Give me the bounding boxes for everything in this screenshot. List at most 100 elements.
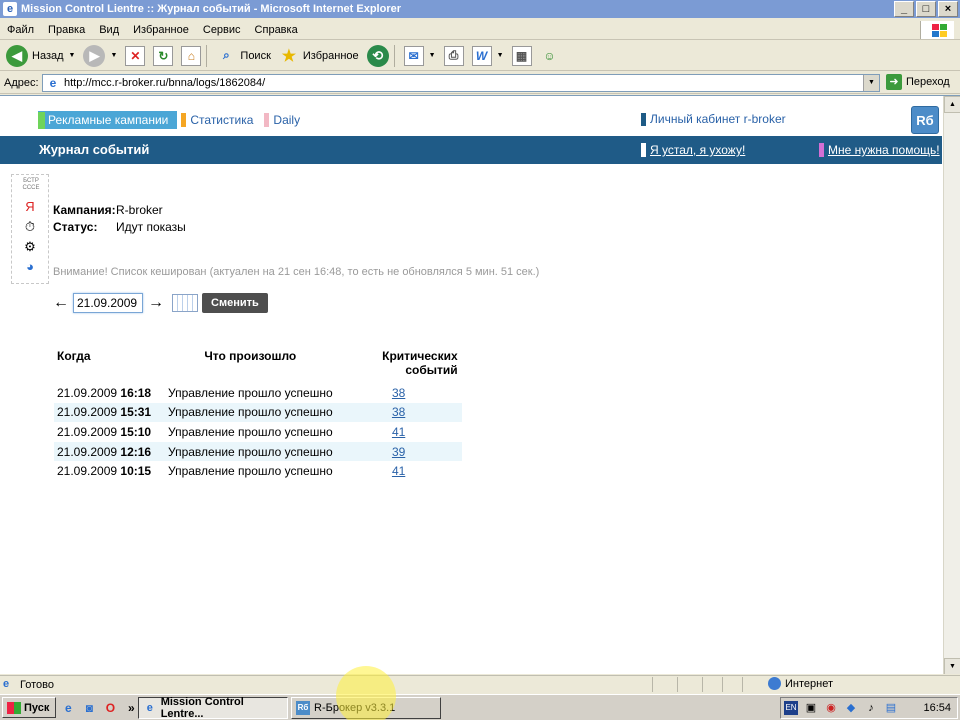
r-broker-logo[interactable]: Rб bbox=[911, 106, 939, 134]
critical-count-link[interactable]: 41 bbox=[392, 425, 405, 439]
forward-button[interactable]: ▶ ▼ bbox=[81, 43, 119, 69]
status-cell bbox=[652, 677, 677, 692]
nav-daily[interactable]: Daily bbox=[264, 111, 300, 129]
event-when: 21.09.2009 15:31 bbox=[54, 402, 165, 423]
menu-view[interactable]: Вид bbox=[92, 24, 126, 36]
volume-icon[interactable]: ♪ bbox=[864, 701, 878, 715]
event-time: 12:16 bbox=[120, 444, 152, 459]
address-input[interactable]: e http://mcc.r-broker.ru/bnna/logs/18620… bbox=[42, 74, 880, 92]
system-tray: EN ▣ ◉ ◆ ♪ ▤ 16:54 bbox=[780, 697, 958, 719]
window-title-bar[interactable]: e Mission Control Lientre :: Журнал собы… bbox=[0, 0, 960, 18]
help-link[interactable]: Мне нужна помощь! bbox=[819, 143, 940, 157]
desktop-quicklaunch-icon[interactable]: ◙ bbox=[80, 699, 98, 717]
mail-button[interactable]: ✉ ▼ bbox=[402, 43, 438, 69]
menu-file[interactable]: Файл bbox=[0, 24, 41, 36]
campaign-icon-column: БСТР СССЕ Я ⏱ ⚙ ◕ bbox=[11, 174, 49, 284]
event-date: 21.09.2009 bbox=[57, 424, 118, 439]
critical-count-link[interactable]: 38 bbox=[392, 405, 405, 419]
menu-edit[interactable]: Правка bbox=[41, 24, 92, 36]
favorites-button[interactable]: ★ Избранное bbox=[277, 43, 361, 69]
cabinet-link[interactable]: Личный кабинет r-broker bbox=[641, 112, 786, 126]
maximize-button[interactable]: □ bbox=[916, 1, 936, 17]
search-button[interactable]: ⌕ Поиск bbox=[214, 43, 272, 69]
event-what: Управление прошло успешно bbox=[165, 402, 337, 423]
menu-favorites[interactable]: Избранное bbox=[126, 24, 196, 36]
task-ie-label: Mission Control Lentre... bbox=[160, 696, 244, 720]
menu-bar: Файл Правка Вид Избранное Сервис Справка bbox=[0, 20, 960, 40]
nav-statistics[interactable]: Статистика bbox=[181, 111, 253, 129]
chevron-down-icon[interactable]: ▼ bbox=[497, 52, 504, 59]
go-label: Переход bbox=[906, 76, 950, 88]
home-button[interactable]: ⌂ bbox=[179, 43, 203, 69]
status-cell bbox=[742, 677, 764, 692]
history-button[interactable]: ⟲ bbox=[365, 43, 391, 69]
nav-daily-label: Daily bbox=[273, 113, 301, 127]
minimize-button[interactable]: _ bbox=[894, 1, 914, 17]
task-rbroker[interactable]: Rб R-Брокер v3.3.1 bbox=[291, 697, 441, 719]
home-icon: ⌂ bbox=[181, 45, 202, 66]
page-icon: e bbox=[3, 678, 10, 690]
status-cell bbox=[702, 677, 722, 692]
chevron-down-icon[interactable]: ▼ bbox=[429, 52, 436, 59]
messenger-button[interactable]: ☺ bbox=[538, 43, 562, 69]
back-button[interactable]: ◀ Назад ▼ bbox=[4, 43, 77, 69]
tray-app-icon[interactable]: ◉ bbox=[824, 701, 838, 715]
menu-help[interactable]: Справка bbox=[248, 24, 305, 36]
network-icon[interactable]: ▤ bbox=[884, 701, 898, 715]
scroll-down-arrow[interactable]: ▼ bbox=[944, 658, 960, 674]
critical-count-link[interactable]: 39 bbox=[392, 445, 405, 459]
menu-tools[interactable]: Сервис bbox=[196, 24, 248, 36]
task-ie[interactable]: e Mission Control Lentre... bbox=[138, 696, 288, 720]
address-url[interactable]: http://mcc.r-broker.ru/bnna/logs/1862084… bbox=[64, 77, 265, 89]
date-input[interactable] bbox=[73, 293, 143, 313]
vertical-scrollbar[interactable]: ▲ ▼ bbox=[943, 96, 960, 674]
nav-campaigns[interactable]: Рекламные кампании bbox=[38, 111, 178, 129]
help-label: Мне нужна помощь! bbox=[828, 143, 940, 157]
chevron-down-icon[interactable]: ▼ bbox=[69, 52, 76, 59]
bstr-icon[interactable]: БСТР СССЕ bbox=[18, 178, 44, 194]
opera-quicklaunch-icon[interactable]: O bbox=[101, 699, 119, 717]
event-what: Управление прошло успешно bbox=[168, 424, 333, 439]
critical-count-link[interactable]: 38 bbox=[392, 386, 405, 400]
event-critical: 41 bbox=[337, 461, 462, 481]
security-zone: Интернет bbox=[768, 677, 833, 690]
event-critical: 38 bbox=[336, 402, 462, 423]
print-button[interactable]: ⎙ bbox=[442, 43, 466, 69]
cache-warning: Внимание! Список кеширован (актуален на … bbox=[53, 266, 540, 278]
chevron-down-icon[interactable]: ▼ bbox=[110, 52, 117, 59]
change-date-button[interactable]: Сменить bbox=[202, 293, 268, 313]
event-time: 10:15 bbox=[120, 464, 152, 479]
close-button[interactable]: × bbox=[938, 1, 958, 17]
tray-app-icon[interactable]: ▣ bbox=[804, 701, 818, 715]
go-button[interactable]: ➜ Переход bbox=[886, 74, 950, 90]
logout-label: Я устал, я ухожу! bbox=[650, 143, 746, 157]
refresh-button[interactable]: ↻ bbox=[151, 43, 175, 69]
research-button[interactable]: ▦ bbox=[510, 43, 534, 69]
site-nav: Рекламные кампании Статистика Daily bbox=[38, 111, 300, 129]
tray-app-icon[interactable]: ◆ bbox=[844, 701, 858, 715]
critical-count-link[interactable]: 41 bbox=[392, 464, 405, 478]
chevron-down-icon[interactable]: ▼ bbox=[863, 75, 879, 91]
next-day-arrow[interactable]: → bbox=[148, 294, 164, 312]
event-date: 21.09.2009 bbox=[57, 444, 118, 459]
stop-button[interactable]: ✕ bbox=[123, 43, 147, 69]
calendar-icon[interactable] bbox=[172, 294, 198, 312]
event-date: 21.09.2009 bbox=[57, 464, 118, 479]
language-indicator[interactable]: EN bbox=[784, 701, 798, 715]
edit-button[interactable]: W ▼ bbox=[470, 43, 506, 69]
gear-icon[interactable]: ⚙ bbox=[22, 239, 38, 255]
pie-chart-icon[interactable]: ◕ bbox=[22, 259, 38, 275]
start-button[interactable]: Пуск bbox=[2, 697, 57, 718]
event-time: 15:10 bbox=[120, 424, 152, 439]
yandex-icon[interactable]: Я bbox=[22, 199, 38, 215]
logout-link[interactable]: Я устал, я ухожу! bbox=[641, 143, 745, 157]
refresh-icon: ↻ bbox=[153, 45, 174, 66]
ie-quicklaunch-icon[interactable]: e bbox=[59, 699, 77, 717]
clock-icon[interactable]: ⏱ bbox=[22, 219, 38, 235]
start-label: Пуск bbox=[24, 701, 50, 714]
table-row: 21.09.2009 15:31 Управление прошло успеш… bbox=[54, 402, 462, 423]
event-critical: 38 bbox=[337, 383, 462, 403]
scroll-up-arrow[interactable]: ▲ bbox=[944, 96, 960, 113]
prev-day-arrow[interactable]: ← bbox=[53, 294, 69, 312]
research-icon: ▦ bbox=[511, 45, 532, 66]
